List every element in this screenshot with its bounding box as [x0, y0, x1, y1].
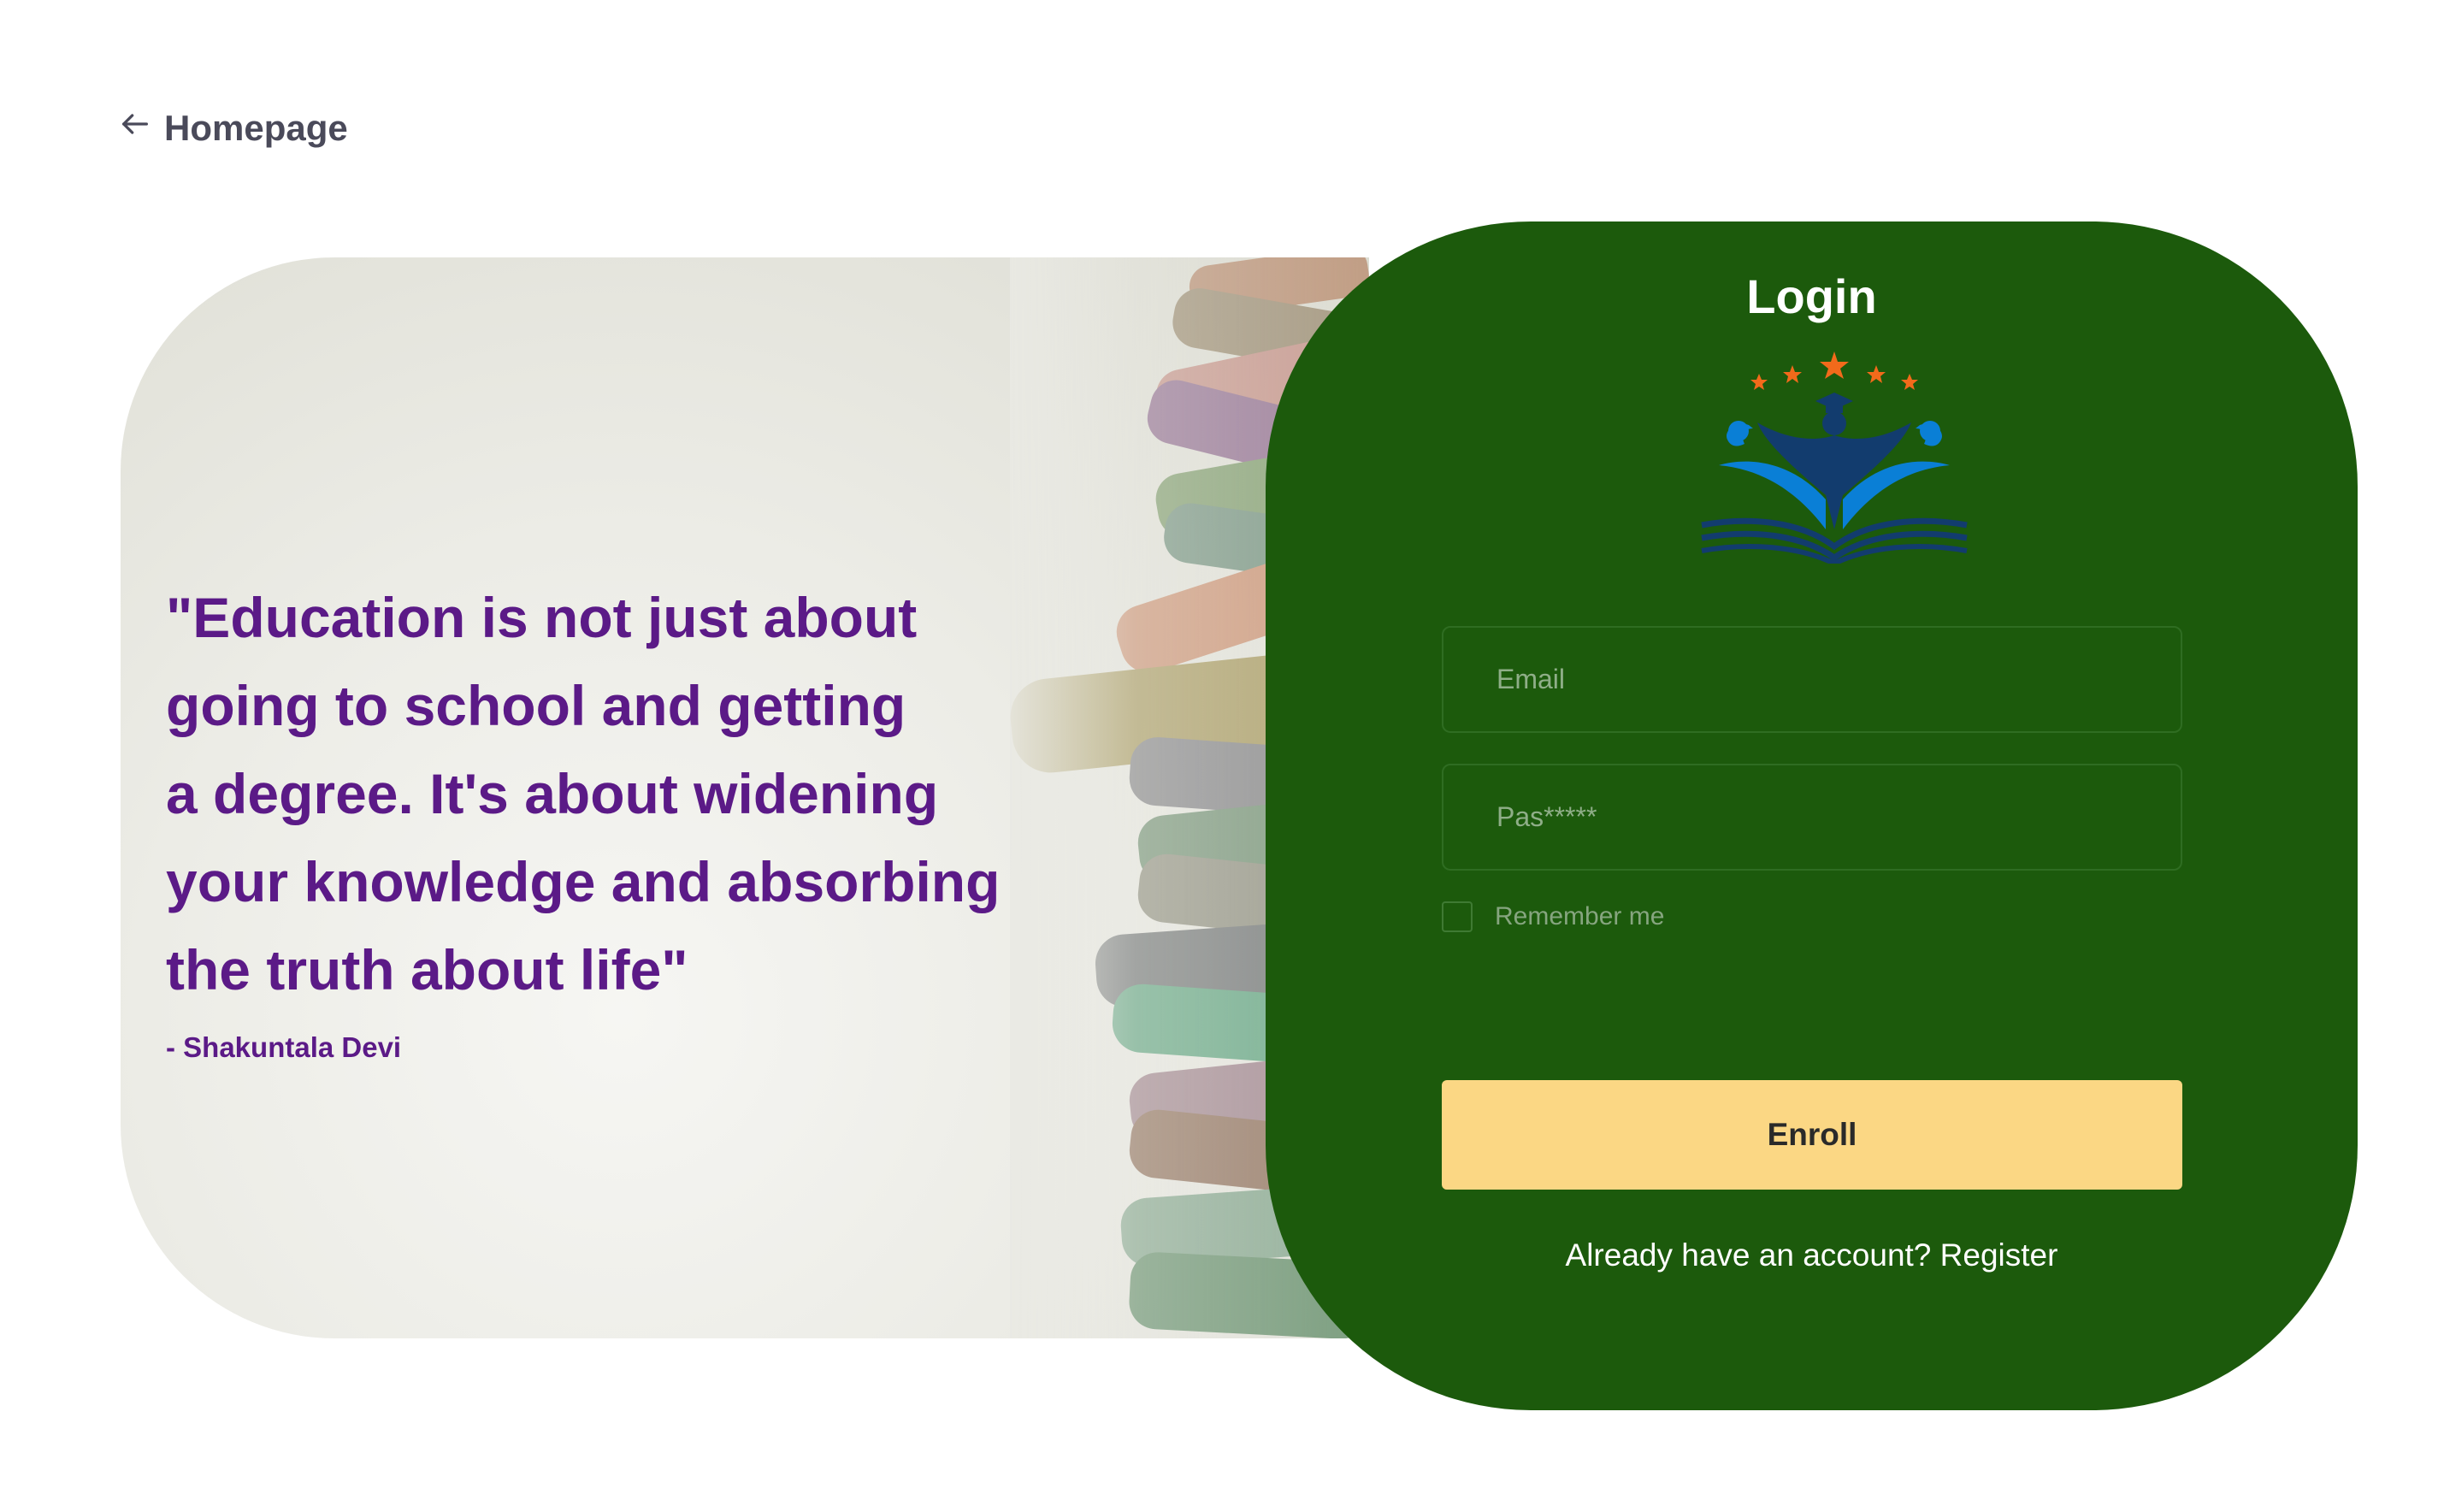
quote-line: your knowledge and absorbing: [166, 850, 1001, 913]
education-book-logo-icon: [1701, 351, 1968, 564]
enroll-button[interactable]: Enroll: [1442, 1080, 2182, 1190]
homepage-back-label: Homepage: [164, 108, 348, 148]
quote-author: - Shakuntala Devi: [166, 1031, 402, 1063]
arrow-left-icon: [118, 107, 152, 150]
email-input[interactable]: [1442, 626, 2182, 733]
password-input[interactable]: [1442, 764, 2182, 871]
quote-hero-panel: "Education is not just about going to sc…: [121, 257, 1369, 1338]
remember-me-row[interactable]: Remember me: [1442, 901, 1664, 932]
remember-me-label: Remember me: [1495, 902, 1665, 930]
quote-line: the truth about life": [166, 938, 688, 1001]
remember-me-checkbox[interactable]: [1442, 901, 1473, 932]
register-prompt: Already have an account? Register: [1266, 1237, 2358, 1273]
register-prefix-text: Already have an account?: [1565, 1237, 1932, 1273]
login-card: Login Remember me Enroll Already have an…: [1266, 221, 2358, 1410]
quote-line: going to school and getting: [166, 674, 906, 737]
homepage-back-link[interactable]: Homepage: [118, 107, 348, 150]
quote-line: a degree. It's about widening: [166, 762, 939, 825]
register-link[interactable]: Register: [1940, 1237, 2058, 1273]
quote-line: "Education is not just about: [166, 586, 918, 649]
login-title: Login: [1746, 269, 1877, 323]
education-quote: "Education is not just about going to sc…: [166, 574, 1192, 1014]
